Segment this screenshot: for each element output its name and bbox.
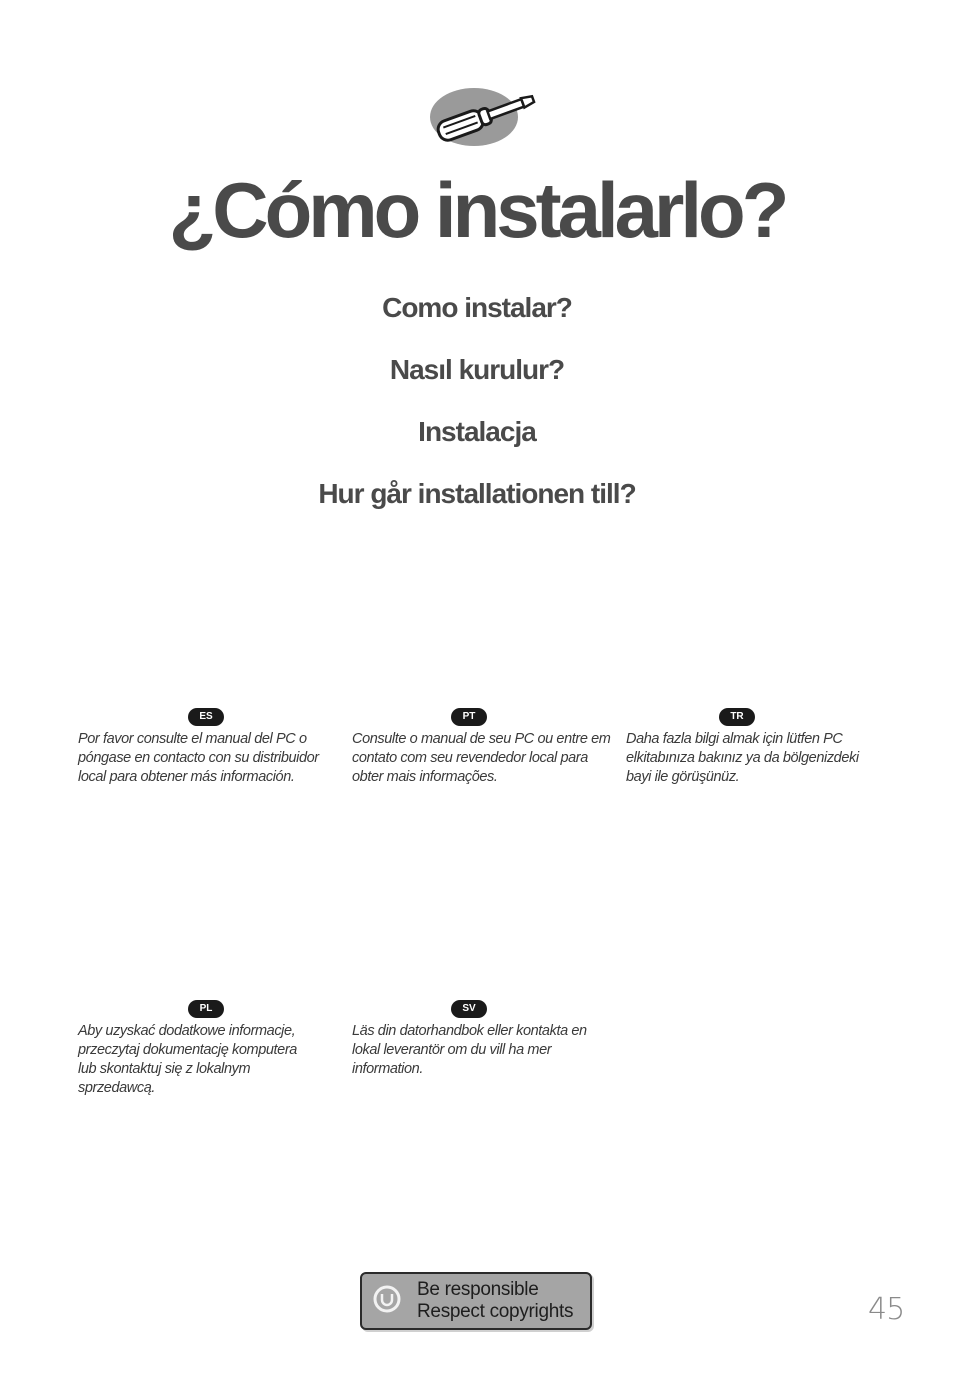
- subtitle-sv: Hur går installationen till?: [318, 478, 636, 509]
- language-badge: SV: [451, 1000, 487, 1018]
- page-number: 45: [868, 1292, 905, 1327]
- lang-block-pl: PL Aby uzyskać dodatkowe informacje, prz…: [78, 1000, 318, 1098]
- lang-text: Aby uzyskać dodatkowe informacje, przecz…: [78, 1023, 297, 1096]
- subtitle-tr: Nasıl kurulur?: [389, 354, 565, 385]
- lang-text: Por favor consulte el manual del PC o pó…: [78, 731, 319, 785]
- copyright-circle-icon: [373, 1285, 401, 1313]
- lang-block-tr: TR Daha fazla bilgi almak için lütfen PC…: [626, 708, 886, 787]
- language-badge: PT: [451, 708, 487, 726]
- language-badge: PL: [188, 1000, 224, 1018]
- lang-block-sv: SV Läs din datorhandbok eller kontakta e…: [352, 1000, 602, 1079]
- copyright-badge: Be responsible Respect copyrights: [360, 1272, 592, 1330]
- lang-text: Läs din datorhandbok eller kontakta en l…: [352, 1023, 587, 1077]
- language-badge: TR: [719, 708, 755, 726]
- language-badge: ES: [188, 708, 224, 726]
- lang-text: Daha fazla bilgi almak için lütfen PC el…: [626, 731, 859, 785]
- lang-text: Consulte o manual de seu PC ou entre em …: [352, 731, 611, 785]
- subtitle-pt: Como instalar?: [382, 292, 573, 323]
- page-title: ¿Cómo instalarlo?: [168, 166, 790, 254]
- copyright-line-2: Respect copyrights: [417, 1301, 574, 1322]
- lang-block-es: ES Por favor consulte el manual del PC o…: [78, 708, 338, 787]
- copyright-line-1: Be responsible: [417, 1279, 539, 1300]
- lang-block-pt: PT Consulte o manual de seu PC ou entre …: [352, 708, 612, 787]
- screwdriver-icon: [426, 84, 544, 150]
- subtitle-pl: Instalacja: [418, 416, 537, 447]
